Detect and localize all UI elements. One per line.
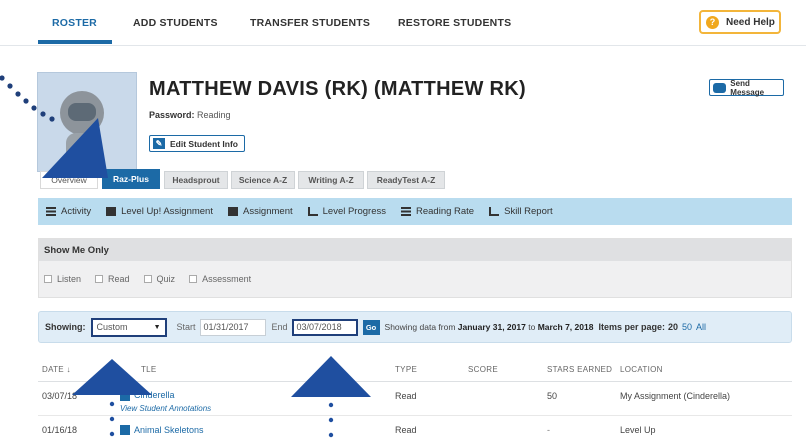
end-date-callout-arrow — [291, 356, 371, 397]
showing-select-callout-arrow — [72, 359, 152, 395]
avatar-callout-dotted-line — [0, 75, 55, 122]
showing-select-dotted-line — [109, 401, 115, 437]
end-date-dotted-line — [328, 402, 334, 438]
avatar-callout-arrow — [42, 118, 108, 178]
annotation-overlay — [0, 75, 371, 438]
